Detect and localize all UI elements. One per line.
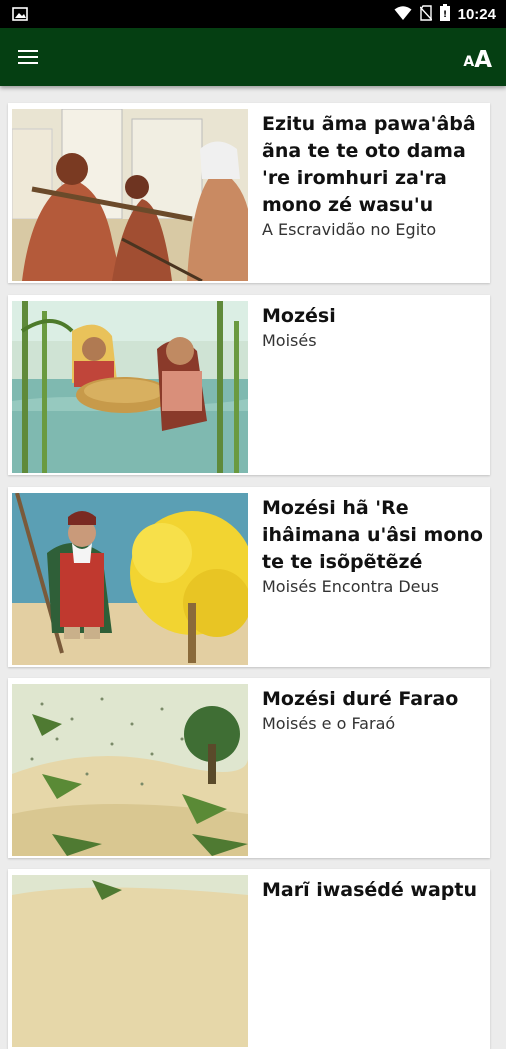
story-subtitle: Moisés — [262, 331, 317, 350]
no-sim-icon — [419, 4, 433, 25]
story-thumbnail — [12, 875, 248, 1047]
clock: 10:24 — [457, 6, 496, 23]
story-subtitle: Moisés Encontra Deus — [262, 577, 439, 596]
story-card[interactable]: Mozési duré Farao Moisés e o Faraó — [8, 678, 490, 858]
story-thumbnail — [12, 493, 248, 665]
hamburger-menu-icon[interactable] — [16, 44, 44, 70]
story-card[interactable]: Marĩ iwasédé waptu — [8, 869, 490, 1049]
story-title: Mozési duré Farao — [262, 688, 459, 710]
story-title: Mozési — [262, 305, 336, 327]
story-thumbnail — [12, 109, 248, 281]
story-card[interactable]: Mozési hã 'Re ihâimana u'âsi mono te te … — [8, 487, 490, 667]
svg-text:!: ! — [443, 10, 447, 20]
story-card[interactable]: Ezitu ãma pawa'âbâ ãna te te oto dama 'r… — [8, 103, 490, 283]
story-subtitle: A Escravidão no Egito — [262, 220, 437, 239]
image-icon — [12, 6, 28, 25]
app-bar: AA — [0, 28, 506, 86]
story-thumbnail — [12, 301, 248, 473]
story-subtitle: Moisés e o Faraó — [262, 714, 396, 733]
story-thumbnail — [12, 684, 248, 856]
story-card[interactable]: Mozési Moisés — [8, 295, 490, 475]
wifi-icon — [394, 5, 412, 25]
status-icons: ! 10:24 — [394, 4, 496, 25]
story-title: Ezitu ãma pawa'âbâ ãna te te oto dama 'r… — [262, 113, 476, 216]
text-size-icon[interactable]: AA — [463, 42, 492, 72]
battery-icon: ! — [439, 4, 450, 25]
story-title: Mozési hã 'Re ihâimana u'âsi mono te te … — [262, 497, 483, 573]
status-bar: ! 10:24 — [0, 0, 506, 28]
